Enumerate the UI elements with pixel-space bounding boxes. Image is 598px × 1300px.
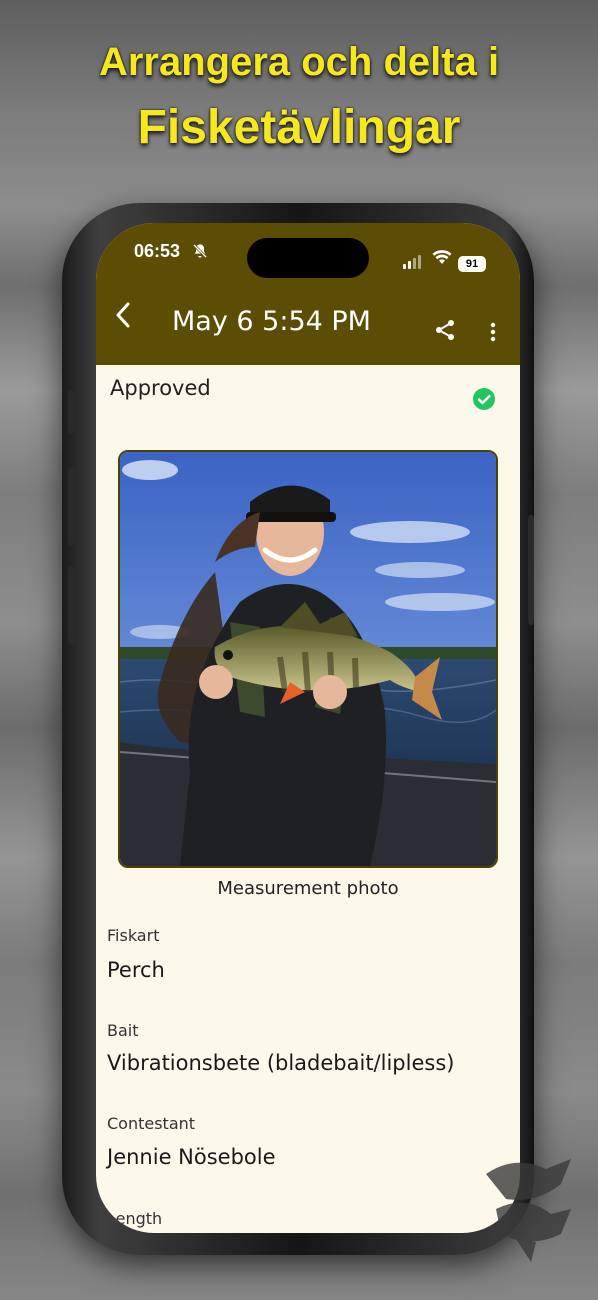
- field-label-contestant: Contestant: [107, 1114, 196, 1133]
- wifi-icon: [432, 249, 452, 269]
- dynamic-island: [247, 238, 369, 278]
- battery-indicator: 91: [458, 256, 486, 272]
- chevron-left-icon: [116, 302, 130, 328]
- angler-with-perch-image: [120, 452, 496, 866]
- status-time: 06:53: [134, 241, 181, 261]
- back-button[interactable]: [114, 301, 132, 333]
- check-circle-icon: [473, 388, 495, 414]
- field-value-contestant: Jennie Nösebole: [107, 1145, 276, 1169]
- phone-side-button: [528, 515, 534, 625]
- field-label-bait: Bait: [107, 1021, 139, 1040]
- page-title: May 6 5:54 PM: [172, 306, 371, 337]
- share-icon: [436, 320, 454, 340]
- bell-off-icon: [192, 243, 208, 263]
- field-label-length: Length: [107, 1209, 163, 1228]
- cellular-signal-icon: [403, 250, 423, 269]
- photo-caption: Measurement photo: [217, 878, 399, 899]
- more-vertical-icon: [490, 322, 496, 342]
- phone-action-button: [68, 390, 74, 434]
- field-value-species: Perch: [107, 958, 165, 982]
- promo-headline-line2: Fisketävlingar: [137, 101, 461, 154]
- measurement-photo[interactable]: [118, 450, 498, 868]
- field-label-species: Fiskart: [107, 926, 160, 945]
- app-bar: 06:53 91 May 6 5:54 PM: [96, 223, 520, 365]
- more-options-button[interactable]: [490, 322, 496, 346]
- phone-volume-down-button: [68, 566, 74, 644]
- phone-volume-up-button: [68, 468, 74, 546]
- fish-logo-watermark: [476, 1154, 576, 1268]
- promo-headline-line1: Arrangera och delta i: [98, 40, 500, 84]
- approval-status-label: Approved: [110, 376, 211, 400]
- share-button[interactable]: [433, 318, 457, 346]
- field-value-bait: Vibrationsbete (bladebait/lipless): [107, 1051, 455, 1075]
- phone-screen: 06:53 91 May 6 5:54 PM Approved Measurem…: [96, 223, 520, 1233]
